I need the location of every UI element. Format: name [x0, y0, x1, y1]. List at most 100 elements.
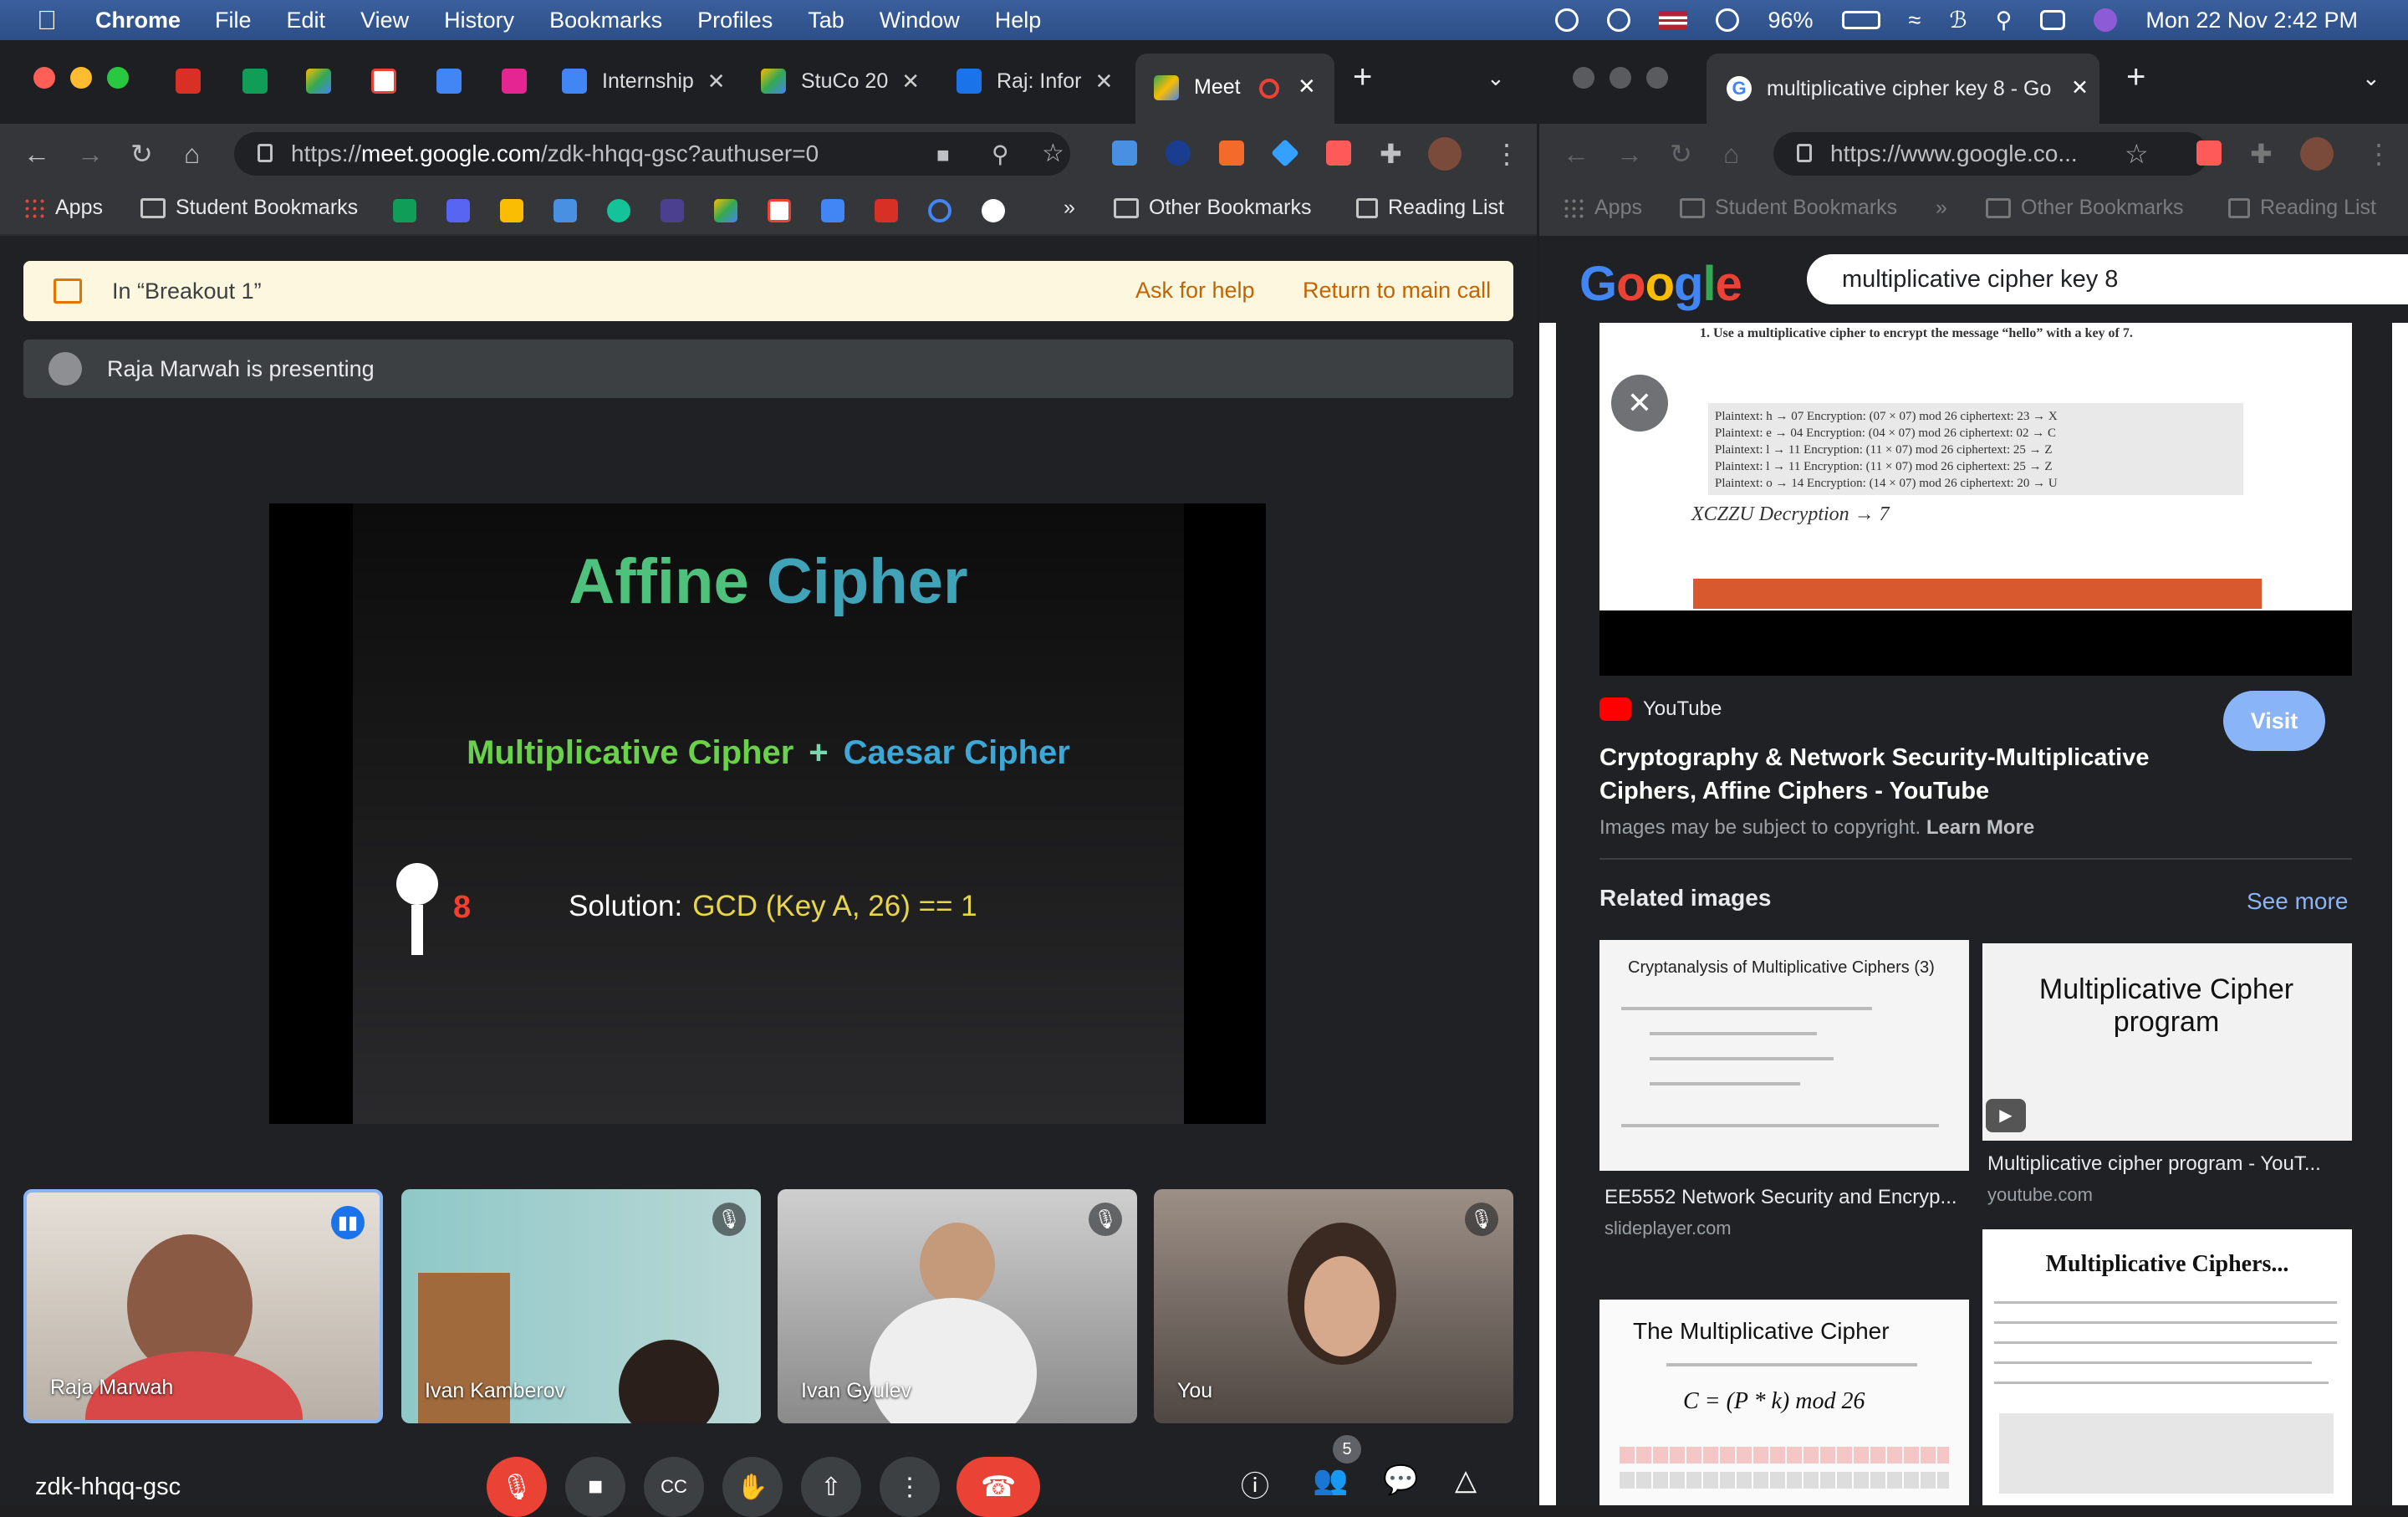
menu-view[interactable]: View [360, 8, 409, 33]
bookmark-sheets-icon[interactable] [393, 199, 416, 222]
presentation-stage[interactable]: Affine Cipher Multiplicative Cipher + Caes… [269, 503, 1266, 1124]
bookmark-gmail-icon[interactable] [768, 199, 791, 222]
close-tab-icon[interactable]: ✕ [2071, 75, 2089, 100]
back-icon[interactable]: ← [1563, 139, 1589, 169]
tab-search-chevron-icon[interactable]: ⌄ [1487, 65, 1505, 91]
tab-raj-info[interactable]: Raj: Infor ✕ [957, 60, 1113, 102]
close-window-button[interactable] [1573, 67, 1594, 89]
menu-edit[interactable]: Edit [287, 8, 326, 33]
menu-window[interactable]: Window [880, 8, 960, 33]
new-tab-button[interactable]: + [1353, 59, 1372, 96]
more-bookmarks-chevron[interactable]: » [1936, 196, 1947, 220]
siri-icon[interactable] [2094, 8, 2118, 32]
reading-list[interactable]: Reading List [1356, 196, 1504, 220]
flag-icon[interactable] [1659, 11, 1688, 29]
wifi-icon[interactable]: ≈ [1909, 8, 1921, 33]
bookmark-other-folder[interactable]: Other Bookmarks [1114, 196, 1312, 220]
bookmark-apps[interactable]: Apps [23, 196, 103, 220]
leave-call-button[interactable]: ☎ [957, 1457, 1040, 1517]
bookmark-star-icon[interactable]: ☆ [1042, 139, 1064, 168]
forward-icon[interactable]: → [77, 139, 104, 169]
apple-icon[interactable]:  [37, 5, 70, 36]
contacts-tab-icon[interactable] [502, 69, 527, 94]
zoom-icon[interactable]: ⚲ [992, 140, 1009, 168]
bookmark-google-icon[interactable] [982, 199, 1005, 222]
close-tab-icon[interactable]: ✕ [707, 69, 726, 94]
extension-screencast-icon[interactable] [1326, 140, 1351, 166]
new-tab-button[interactable]: + [2126, 59, 2145, 96]
status-app-icon[interactable] [1555, 8, 1579, 32]
pdf-tab-icon[interactable] [176, 69, 201, 94]
menu-file[interactable]: File [215, 8, 252, 33]
play-status-icon[interactable] [1607, 8, 1631, 32]
image-preview[interactable]: 1. Use a multiplicative cipher to encryp… [1599, 323, 2352, 676]
bookmark-grammarly-icon[interactable] [607, 199, 630, 222]
reading-list[interactable]: Reading List [2228, 196, 2376, 220]
close-tab-icon[interactable]: ✕ [901, 69, 920, 94]
meeting-code[interactable]: zdk-hhqq-gsc [35, 1474, 181, 1501]
menu-app-name[interactable]: Chrome [95, 8, 181, 33]
extensions-puzzle-icon[interactable]: ✚ [1380, 139, 1402, 169]
thumb-caption[interactable]: Multiplicative cipher program - YouT... [1987, 1152, 2321, 1176]
profile-avatar[interactable] [1428, 137, 1462, 171]
return-to-main-call-button[interactable]: Return to main call [1303, 278, 1491, 304]
zoom-window-button[interactable] [1646, 67, 1668, 89]
profile-avatar[interactable] [2300, 137, 2334, 171]
bookmark-classroom-icon[interactable] [500, 199, 523, 222]
google-logo[interactable]: Google [1579, 256, 1742, 312]
extensions-puzzle-icon[interactable]: ✚ [2250, 139, 2273, 169]
tab-google-search[interactable]: G multiplicative cipher key 8 - Go ✕ [1707, 54, 2099, 124]
participant-tile[interactable]: 🎙 Ivan Kamberov [401, 1189, 761, 1423]
more-bookmarks-chevron[interactable]: » [1064, 196, 1075, 220]
extension-orange-icon[interactable] [1219, 140, 1244, 166]
captions-button[interactable]: CC [644, 1457, 704, 1517]
address-bar[interactable]: https://meet.google.com/zdk-hhqq-gsc?aut… [234, 132, 1070, 176]
result-title-link[interactable]: Cryptography & Network Security-Multipli… [1599, 741, 2201, 808]
ask-for-help-button[interactable]: Ask for help [1135, 278, 1255, 304]
bookmark-drive-icon[interactable] [714, 199, 737, 222]
menu-bookmarks[interactable]: Bookmarks [549, 8, 662, 33]
minimize-window-button[interactable] [1610, 67, 1631, 89]
bookmark-apps[interactable]: Apps [1563, 196, 1642, 220]
see-more-link[interactable]: See more [2247, 888, 2348, 915]
close-tab-icon[interactable]: ✕ [1094, 69, 1113, 94]
extension-a-icon[interactable] [1112, 140, 1137, 166]
bookmark-hat-icon[interactable] [661, 199, 684, 222]
people-icon[interactable]: 👥 [1313, 1463, 1348, 1497]
zoom-window-button[interactable] [107, 67, 129, 89]
raise-hand-button[interactable]: ✋ [722, 1457, 783, 1517]
control-center-icon[interactable] [2040, 10, 2066, 30]
close-preview-button[interactable]: ✕ [1611, 375, 1668, 432]
thumb-caption[interactable]: EE5552 Network Security and Encryp... [1604, 1186, 1957, 1209]
gmail-tab-icon[interactable] [371, 69, 396, 94]
home-icon[interactable]: ⌂ [184, 139, 200, 169]
more-menu-icon[interactable]: ⋮ [1493, 139, 1520, 169]
chat-icon[interactable]: 💬 [1383, 1463, 1418, 1497]
more-options-button[interactable]: ⋮ [880, 1457, 940, 1517]
related-image-thumb[interactable]: Multiplicative Cipher program ▶ [1982, 943, 2352, 1141]
bookmark-discord-icon[interactable] [446, 199, 470, 222]
tab-internship[interactable]: Internship ✕ [562, 60, 726, 102]
close-tab-icon[interactable]: ✕ [1298, 74, 1316, 100]
forward-icon[interactable]: → [1616, 139, 1643, 169]
extension-k-icon[interactable] [1166, 140, 1191, 166]
menu-profiles[interactable]: Profiles [697, 8, 773, 33]
result-source[interactable]: YouTube [1599, 697, 1722, 721]
menubar-datetime[interactable]: Mon 22 Nov 2:42 PM [2145, 8, 2358, 33]
bluetooth-icon[interactable]: ℬ [1949, 8, 1967, 33]
microphone-off-button[interactable]: 🎙 [487, 1457, 547, 1517]
visit-button[interactable]: Visit [2223, 691, 2325, 751]
menu-tab[interactable]: Tab [808, 8, 844, 33]
camera-button[interactable]: ■ [565, 1457, 625, 1517]
spotlight-search-icon[interactable]: ⚲ [1996, 8, 2013, 33]
related-image-thumb[interactable]: Multiplicative Ciphers... [1982, 1229, 2352, 1505]
menu-help[interactable]: Help [995, 8, 1042, 33]
bookmark-star-icon[interactable]: ☆ [2125, 139, 2149, 169]
thumb-site[interactable]: youtube.com [1987, 1184, 2093, 1206]
bookmark-student-folder[interactable]: Student Bookmarks [140, 196, 358, 220]
reload-icon[interactable]: ↻ [130, 139, 153, 169]
docs-tab-icon[interactable] [436, 69, 462, 94]
bookmark-student-folder[interactable]: Student Bookmarks [1680, 196, 1897, 220]
sheets-tab-icon[interactable] [242, 69, 268, 94]
reload-icon[interactable]: ↻ [1670, 139, 1692, 169]
